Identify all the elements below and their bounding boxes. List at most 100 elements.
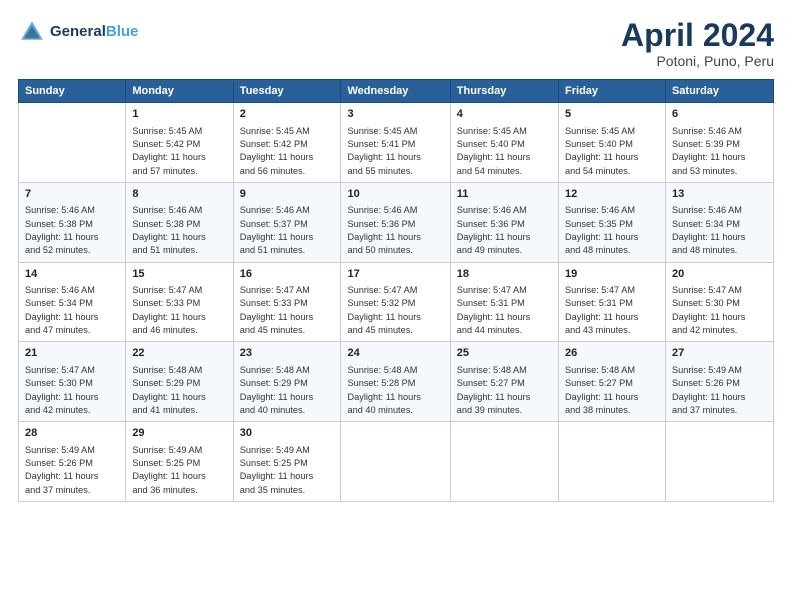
calendar-table: Sunday Monday Tuesday Wednesday Thursday… (18, 79, 774, 502)
calendar-cell: 7 Sunrise: 5:46 AM Sunset: 5:38 PM Daylig… (19, 182, 126, 262)
day-number: 27 (672, 346, 767, 361)
day-info: Sunrise: 5:48 AM Sunset: 5:29 PM Dayligh… (132, 364, 226, 417)
calendar-cell: 8Sunrise: 5:46 AM Sunset: 5:38 PM Daylig… (126, 182, 233, 262)
col-sunday: Sunday (19, 80, 126, 103)
day-info: Sunrise: 5:47 AM Sunset: 5:32 PM Dayligh… (347, 284, 443, 337)
day-number: 9 (240, 187, 335, 202)
day-number: 21 (25, 346, 119, 361)
day-info: Sunrise: 5:47 AM Sunset: 5:30 PM Dayligh… (672, 284, 767, 337)
day-info: Sunrise: 5:45 AM Sunset: 5:42 PM Dayligh… (240, 125, 335, 178)
day-number: 7 (25, 187, 119, 202)
day-info: Sunrise: 5:46 AM Sunset: 5:35 PM Dayligh… (565, 204, 659, 257)
day-number: 14 (25, 267, 119, 282)
day-info: Sunrise: 5:49 AM Sunset: 5:25 PM Dayligh… (132, 444, 226, 497)
day-number: 4 (457, 107, 552, 122)
day-info: Sunrise: 5:46 AM Sunset: 5:36 PM Dayligh… (457, 204, 552, 257)
header: GeneralBlue April 2024 Potoni, Puno, Per… (18, 18, 774, 69)
calendar-cell: 13 Sunrise: 5:46 AM Sunset: 5:34 PM Dayli… (665, 182, 773, 262)
day-number: 17 (347, 267, 443, 282)
calendar-cell: 15 Sunrise: 5:47 AM Sunset: 5:33 PM Dayli… (126, 262, 233, 342)
day-info: Sunrise: 5:45 AM Sunset: 5:40 PM Dayligh… (565, 125, 659, 178)
day-info: Sunrise: 5:49 AM Sunset: 5:26 PM Dayligh… (25, 444, 119, 497)
day-number: 19 (565, 267, 659, 282)
day-info: Sunrise: 5:47 AM Sunset: 5:31 PM Dayligh… (565, 284, 659, 337)
calendar-cell: 4 Sunrise: 5:45 AM Sunset: 5:40 PM Daylig… (450, 103, 558, 183)
day-number: 28 (25, 426, 119, 441)
day-number: 23 (240, 346, 335, 361)
calendar-cell: 22 Sunrise: 5:48 AM Sunset: 5:29 PM Dayli… (126, 342, 233, 422)
logo-text: GeneralBlue (50, 23, 138, 40)
calendar-cell: 12 Sunrise: 5:46 AM Sunset: 5:35 PM Dayli… (559, 182, 666, 262)
calendar-cell: 16 Sunrise: 5:47 AM Sunset: 5:33 PM Dayli… (233, 262, 341, 342)
calendar-cell: 3Sunrise: 5:45 AM Sunset: 5:41 PM Daylig… (341, 103, 450, 183)
calendar-cell: 17 Sunrise: 5:47 AM Sunset: 5:32 PM Dayli… (341, 262, 450, 342)
calendar-cell (559, 422, 666, 502)
day-number: 30 (240, 426, 335, 441)
calendar-cell: 18 Sunrise: 5:47 AM Sunset: 5:31 PM Dayli… (450, 262, 558, 342)
day-number: 6 (672, 107, 767, 122)
col-thursday: Thursday (450, 80, 558, 103)
day-info: Sunrise: 5:48 AM Sunset: 5:29 PM Dayligh… (240, 364, 335, 417)
calendar-cell: 24Sunrise: 5:48 AM Sunset: 5:28 PM Dayli… (341, 342, 450, 422)
day-info: Sunrise: 5:47 AM Sunset: 5:30 PM Dayligh… (25, 364, 119, 417)
calendar-cell: 30 Sunrise: 5:49 AM Sunset: 5:25 PM Dayli… (233, 422, 341, 502)
calendar-cell: 11Sunrise: 5:46 AM Sunset: 5:36 PM Dayli… (450, 182, 558, 262)
col-saturday: Saturday (665, 80, 773, 103)
day-number: 5 (565, 107, 659, 122)
day-info: Sunrise: 5:47 AM Sunset: 5:33 PM Dayligh… (240, 284, 335, 337)
calendar-cell: 10 Sunrise: 5:46 AM Sunset: 5:36 PM Dayli… (341, 182, 450, 262)
day-info: Sunrise: 5:46 AM Sunset: 5:38 PM Dayligh… (25, 204, 119, 257)
calendar-cell: 20Sunrise: 5:47 AM Sunset: 5:30 PM Dayli… (665, 262, 773, 342)
calendar-cell: 9 Sunrise: 5:46 AM Sunset: 5:37 PM Daylig… (233, 182, 341, 262)
day-info: Sunrise: 5:46 AM Sunset: 5:37 PM Dayligh… (240, 204, 335, 257)
day-info: Sunrise: 5:45 AM Sunset: 5:42 PM Dayligh… (132, 125, 226, 178)
day-number: 18 (457, 267, 552, 282)
day-number: 24 (347, 346, 443, 361)
day-info: Sunrise: 5:48 AM Sunset: 5:27 PM Dayligh… (457, 364, 552, 417)
calendar-cell: 25Sunrise: 5:48 AM Sunset: 5:27 PM Dayli… (450, 342, 558, 422)
day-number: 3 (347, 107, 443, 122)
day-number: 16 (240, 267, 335, 282)
day-info: Sunrise: 5:47 AM Sunset: 5:31 PM Dayligh… (457, 284, 552, 337)
week-row-4: 21 Sunrise: 5:47 AM Sunset: 5:30 PM Dayli… (19, 342, 774, 422)
day-number: 2 (240, 107, 335, 122)
day-number: 22 (132, 346, 226, 361)
day-info: Sunrise: 5:46 AM Sunset: 5:34 PM Dayligh… (672, 204, 767, 257)
week-row-3: 14Sunrise: 5:46 AM Sunset: 5:34 PM Dayli… (19, 262, 774, 342)
calendar-cell: 29 Sunrise: 5:49 AM Sunset: 5:25 PM Dayli… (126, 422, 233, 502)
calendar-cell (450, 422, 558, 502)
calendar-cell: 6 Sunrise: 5:46 AM Sunset: 5:39 PM Daylig… (665, 103, 773, 183)
calendar-cell: 26 Sunrise: 5:48 AM Sunset: 5:27 PM Dayli… (559, 342, 666, 422)
calendar-cell: 14Sunrise: 5:46 AM Sunset: 5:34 PM Dayli… (19, 262, 126, 342)
calendar-cell: 19 Sunrise: 5:47 AM Sunset: 5:31 PM Dayli… (559, 262, 666, 342)
day-number: 15 (132, 267, 226, 282)
month-title: April 2024 (621, 18, 774, 53)
calendar-cell (341, 422, 450, 502)
week-row-1: 1Sunrise: 5:45 AM Sunset: 5:42 PM Daylig… (19, 103, 774, 183)
col-wednesday: Wednesday (341, 80, 450, 103)
week-row-2: 7 Sunrise: 5:46 AM Sunset: 5:38 PM Daylig… (19, 182, 774, 262)
day-info: Sunrise: 5:47 AM Sunset: 5:33 PM Dayligh… (132, 284, 226, 337)
title-block: April 2024 Potoni, Puno, Peru (621, 18, 774, 69)
day-number: 13 (672, 187, 767, 202)
day-number: 8 (132, 187, 226, 202)
day-info: Sunrise: 5:48 AM Sunset: 5:27 PM Dayligh… (565, 364, 659, 417)
day-number: 12 (565, 187, 659, 202)
calendar-cell (19, 103, 126, 183)
day-info: Sunrise: 5:46 AM Sunset: 5:36 PM Dayligh… (347, 204, 443, 257)
week-row-5: 28 Sunrise: 5:49 AM Sunset: 5:26 PM Dayli… (19, 422, 774, 502)
calendar-cell: 1Sunrise: 5:45 AM Sunset: 5:42 PM Daylig… (126, 103, 233, 183)
day-number: 29 (132, 426, 226, 441)
logo: GeneralBlue (18, 18, 138, 46)
day-info: Sunrise: 5:45 AM Sunset: 5:40 PM Dayligh… (457, 125, 552, 178)
day-info: Sunrise: 5:49 AM Sunset: 5:25 PM Dayligh… (240, 444, 335, 497)
col-monday: Monday (126, 80, 233, 103)
calendar-cell (665, 422, 773, 502)
day-info: Sunrise: 5:46 AM Sunset: 5:39 PM Dayligh… (672, 125, 767, 178)
header-row: Sunday Monday Tuesday Wednesday Thursday… (19, 80, 774, 103)
day-number: 26 (565, 346, 659, 361)
calendar-cell: 27Sunrise: 5:49 AM Sunset: 5:26 PM Dayli… (665, 342, 773, 422)
calendar-cell: 5 Sunrise: 5:45 AM Sunset: 5:40 PM Daylig… (559, 103, 666, 183)
calendar-cell: 21 Sunrise: 5:47 AM Sunset: 5:30 PM Dayli… (19, 342, 126, 422)
day-number: 10 (347, 187, 443, 202)
